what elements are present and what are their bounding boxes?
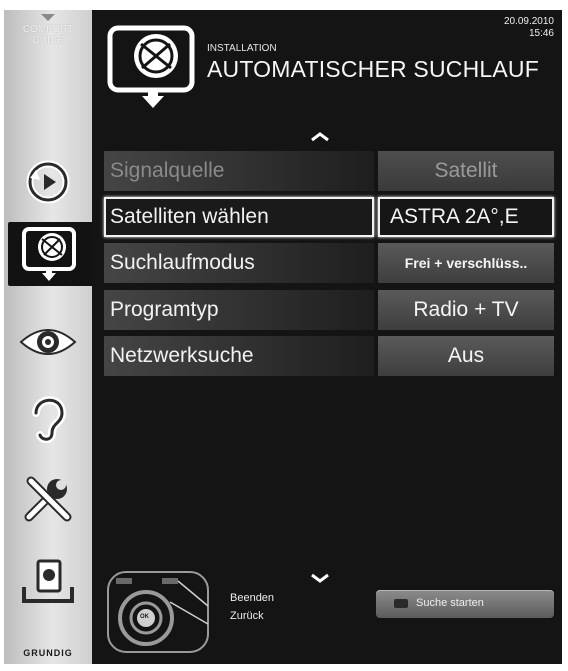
sidebar-item-source[interactable] [10, 150, 86, 214]
menu-row-label: Netzwerksuche [104, 336, 374, 376]
menu-row-suchlaufmodus[interactable]: Suchlaufmodus Frei + verschlüss.. [104, 243, 554, 283]
remote-control-hint: OK [104, 568, 214, 656]
menu-row-value: Aus [378, 336, 554, 376]
page: COMFORT GUIDE GRUNDIG 20.09.2010 15:46 I… [0, 0, 568, 671]
ear-icon [32, 396, 67, 443]
source-icon [26, 160, 70, 204]
sidebar: COMFORT GUIDE GRUNDIG [4, 10, 92, 664]
menu-row-signalquelle[interactable]: Signalquelle Satellit [104, 151, 554, 191]
menu-row-value: ASTRA 2A°,E [378, 197, 554, 237]
date-time: 20.09.2010 15:46 [504, 16, 554, 40]
satellite-dish-icon [107, 25, 195, 108]
triangle-down-icon [41, 14, 55, 21]
menu-row-label: Suchlaufmodus [104, 243, 374, 283]
tools-icon [24, 476, 72, 522]
red-key-icon [394, 599, 408, 608]
time-text: 15:46 [528, 28, 554, 39]
chevron-up-icon[interactable] [310, 132, 330, 142]
remote-ok-label: OK [140, 614, 149, 620]
menu-row-netzwerksuche[interactable]: Netzwerksuche Aus [104, 336, 554, 376]
hint-zurueck: Zurück [230, 610, 264, 622]
chevron-down-icon[interactable] [310, 573, 330, 583]
satellite-dish-icon [22, 227, 76, 281]
hint-beenden: Beenden [230, 592, 275, 604]
menu-row-label: Satelliten wählen [104, 197, 374, 237]
sidebar-item-sound[interactable] [10, 386, 86, 450]
menu-row-label: Signalquelle [104, 151, 374, 191]
comfort-guide-line2: GUIDE [32, 35, 64, 46]
menu-row-value: Frei + verschlüss.. [378, 243, 554, 283]
comfort-guide-line1: COMFORT [22, 24, 74, 35]
sidebar-item-installation[interactable] [8, 222, 92, 286]
page-title: AUTOMATISCHER SUCHLAUF [207, 56, 539, 82]
menu-row-satelliten-waehlen[interactable]: Satelliten wählen ASTRA 2A°,E [104, 197, 554, 237]
date-text: 20.09.2010 [503, 16, 554, 27]
header-icon [104, 22, 204, 110]
sidebar-item-settings[interactable] [10, 466, 86, 530]
remote-dpad-icon [107, 571, 209, 653]
tv-screen: COMFORT GUIDE GRUNDIG 20.09.2010 15:46 I… [4, 10, 562, 664]
menu-row-label: Programtyp [104, 290, 374, 330]
header-subtitle: INSTALLATION [207, 43, 277, 54]
sidebar-item-network[interactable] [10, 550, 86, 614]
sidebar-item-picture[interactable] [10, 310, 86, 374]
comfort-guide-button[interactable]: COMFORT GUIDE [4, 14, 92, 46]
search-start-label: Suche starten [416, 597, 484, 609]
menu-row-value: Satellit [378, 151, 554, 191]
network-icon [22, 559, 74, 603]
menu-row-value: Radio + TV [378, 290, 554, 330]
search-start-button[interactable]: Suche starten [376, 590, 554, 618]
menu-row-programtyp[interactable]: Programtyp Radio + TV [104, 290, 554, 330]
brand-logo: GRUNDIG [23, 648, 73, 658]
eye-icon [19, 329, 77, 355]
